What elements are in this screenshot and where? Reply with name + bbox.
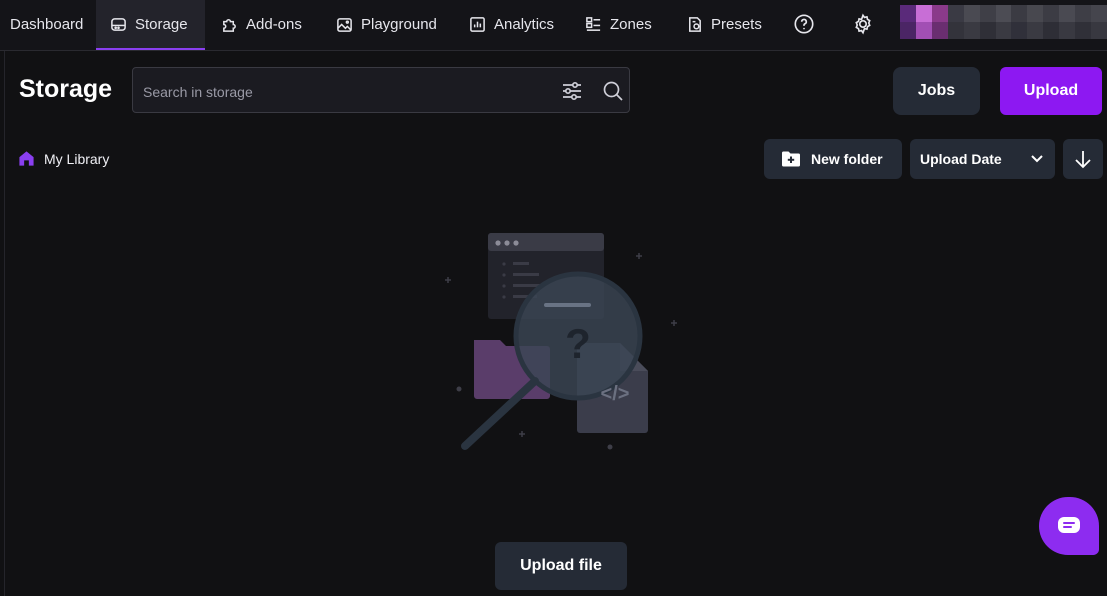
empty-storage-illustration: ? </>	[445, 233, 677, 450]
svg-text:?: ?	[565, 320, 591, 367]
search-icon	[603, 81, 623, 101]
gear-icon	[855, 13, 871, 35]
new-folder-button[interactable]: New folder	[764, 139, 902, 179]
page-title: Storage	[19, 75, 113, 103]
svg-text:</>: </>	[601, 383, 630, 405]
home-icon	[19, 151, 34, 166]
puzzle-icon	[223, 18, 236, 32]
search-input[interactable]	[141, 80, 545, 104]
chevron-down-icon	[1029, 150, 1045, 166]
nav-dashboard[interactable]: Dashboard	[0, 0, 93, 48]
chart-icon	[470, 16, 485, 32]
arrow-down-icon	[1075, 151, 1091, 169]
sliders-icon	[563, 81, 581, 101]
nav-presets-label: Presets	[711, 15, 762, 33]
nav-zones[interactable]: Zones	[575, 0, 662, 48]
nav-addons-label: Add-ons	[246, 15, 302, 33]
top-navigation: Dashboard Storage Add-ons Playground Ana…	[0, 0, 1107, 51]
breadcrumb-root-label: My Library	[44, 150, 110, 167]
filter-button[interactable]	[561, 80, 583, 102]
nav-storage-label: Storage	[135, 15, 188, 33]
nav-analytics-label: Analytics	[494, 15, 555, 33]
breadcrumb[interactable]: My Library	[18, 150, 109, 167]
upload-file-button[interactable]: Upload file	[495, 542, 627, 590]
sort-by-dropdown[interactable]: Upload Date	[910, 139, 1055, 179]
upload-button[interactable]: Upload	[1000, 67, 1102, 115]
folder-plus-icon	[782, 151, 800, 167]
preset-icon	[689, 16, 701, 32]
image-spark-icon	[337, 17, 352, 32]
nav-playground-label: Playground	[361, 15, 437, 33]
nav-presets[interactable]: Presets	[676, 0, 772, 48]
chat-icon	[1058, 517, 1080, 533]
search-button[interactable]	[602, 80, 624, 102]
sort-by-value: Upload Date	[920, 151, 1002, 167]
chat-support-button[interactable]	[1039, 497, 1099, 555]
storage-icon	[111, 17, 126, 31]
new-folder-label: New folder	[811, 151, 883, 167]
nav-playground[interactable]: Playground	[326, 0, 447, 48]
jobs-button[interactable]: Jobs	[893, 67, 980, 115]
user-account-avatar[interactable]	[900, 5, 1107, 39]
zones-icon	[586, 16, 601, 31]
nav-zones-label: Zones	[610, 15, 652, 33]
help-button[interactable]	[787, 7, 821, 41]
sidebar-divider	[4, 51, 5, 596]
nav-dashboard-label: Dashboard	[10, 15, 84, 33]
search-field[interactable]	[132, 67, 630, 113]
settings-button[interactable]	[846, 7, 880, 41]
help-circle-icon	[794, 14, 814, 34]
sort-direction-button[interactable]	[1063, 139, 1103, 179]
nav-addons[interactable]: Add-ons	[211, 0, 312, 48]
nav-analytics[interactable]: Analytics	[459, 0, 564, 48]
nav-storage[interactable]: Storage	[96, 0, 205, 50]
